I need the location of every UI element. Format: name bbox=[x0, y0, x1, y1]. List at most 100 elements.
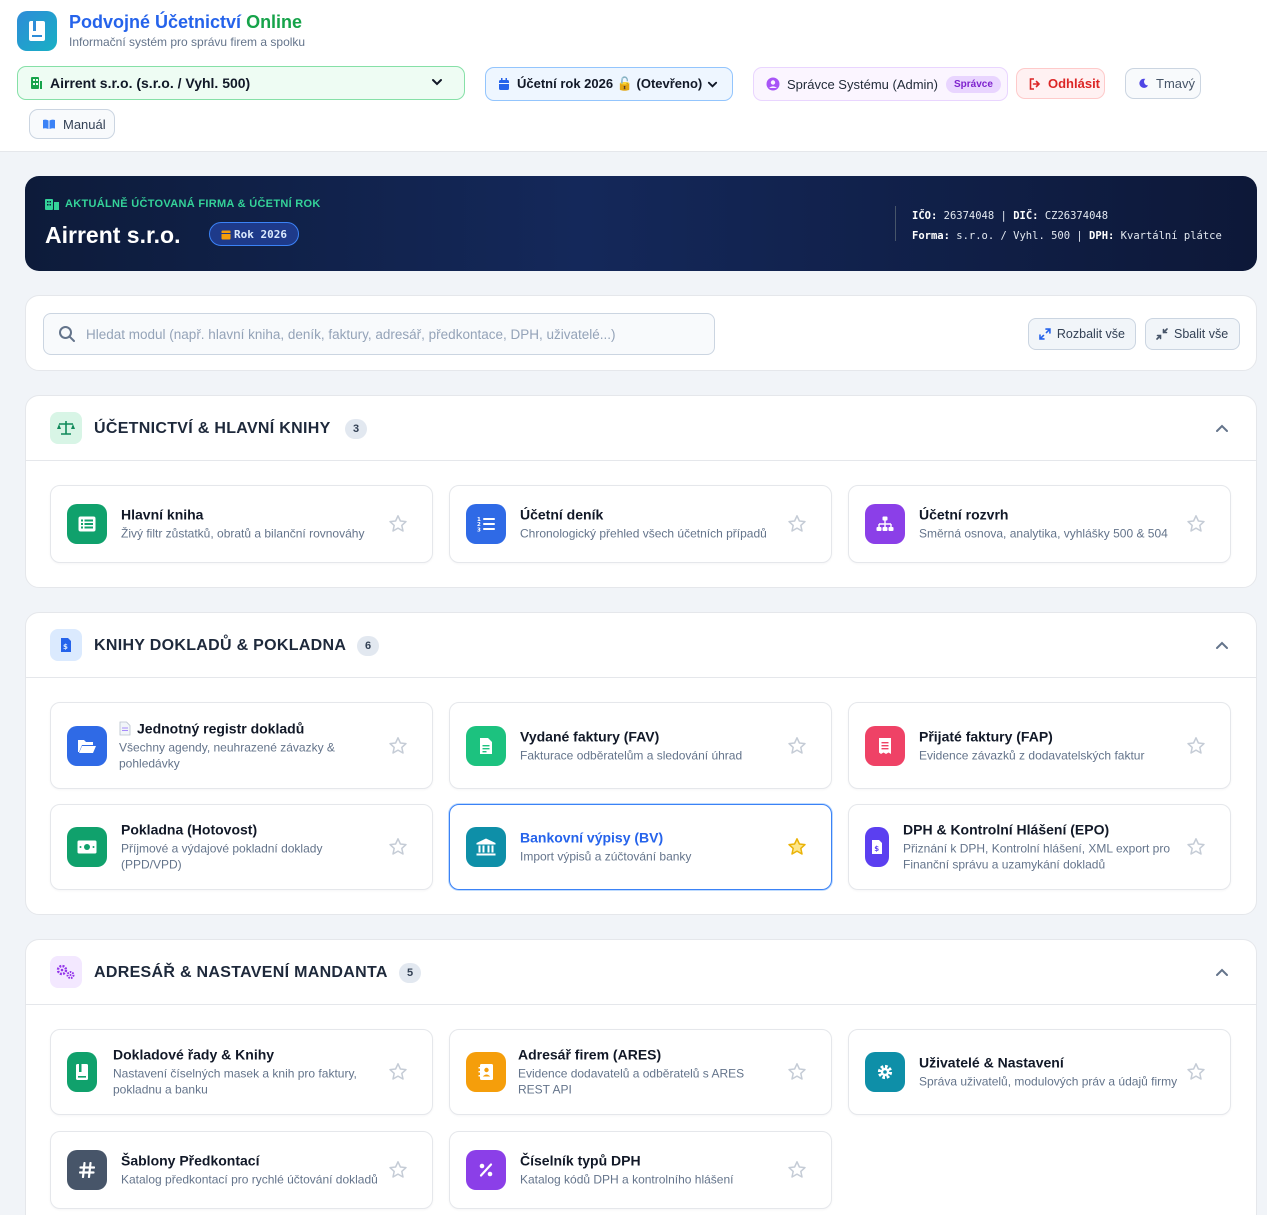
star-icon[interactable] bbox=[1186, 837, 1206, 857]
module-text: Dokladové řady & Knihy Nastavení číselný… bbox=[113, 1047, 383, 1098]
star-icon[interactable] bbox=[388, 736, 408, 756]
book-icon bbox=[29, 21, 45, 41]
star-icon[interactable] bbox=[1186, 736, 1206, 756]
chevron-up-icon[interactable] bbox=[1214, 637, 1230, 653]
section-header[interactable]: ADRESÁŘ & NASTAVENÍ MANDANTA 5 bbox=[26, 940, 1256, 1005]
chevron-down-icon bbox=[708, 81, 718, 88]
section-icon: $ bbox=[50, 629, 82, 661]
collapse-all-button[interactable]: Sbalit vše bbox=[1145, 318, 1240, 350]
star-icon[interactable] bbox=[388, 1160, 408, 1180]
module-description: Fakturace odběratelům a sledování úhrad bbox=[520, 748, 743, 762]
manual-button[interactable]: Manuál bbox=[29, 109, 115, 139]
module-description: Katalog kódů DPH a kontrolního hlášení bbox=[520, 1172, 734, 1187]
module-card-ciselnik-dph[interactable]: Číselník typů DPH Katalog kódů DPH a kon… bbox=[449, 1131, 832, 1209]
app-header: Podvojné Účetnictví Online Informační sy… bbox=[0, 0, 1267, 152]
document-icon bbox=[119, 721, 131, 735]
company-select[interactable]: Airrent s.r.o. (s.r.o. / Vyhl. 500) bbox=[17, 66, 465, 100]
module-text: Pokladna (Hotovost) Příjmové a výdajové … bbox=[121, 822, 383, 873]
star-filled-icon[interactable] bbox=[787, 837, 807, 857]
module-card-adresar-firem[interactable]: Adresář firem (ARES) Evidence dodavatelů… bbox=[449, 1029, 832, 1115]
theme-toggle[interactable]: Tmavý bbox=[1125, 68, 1201, 99]
user-name: Správce Systému (Admin) bbox=[787, 76, 938, 92]
compress-icon bbox=[1156, 328, 1168, 340]
module-title: Uživatelé & Nastavení bbox=[919, 1054, 1064, 1071]
module-icon bbox=[865, 504, 905, 544]
banner-meta-row-1: IČO: 26374048 | DIČ: CZ26374048 bbox=[912, 206, 1222, 226]
module-title: Účetní deník bbox=[520, 506, 604, 523]
receipt-icon bbox=[879, 737, 891, 754]
expand-all-button[interactable]: Rozbalit vše bbox=[1028, 318, 1136, 350]
star-icon[interactable] bbox=[388, 1062, 408, 1082]
module-title: Hlavní kniha bbox=[121, 506, 204, 523]
module-card-uzivatele-nastaveni[interactable]: Uživatelé & Nastavení Správa uživatelů, … bbox=[848, 1029, 1231, 1115]
banner-label-text: AKTUÁLNĚ ÚČTOVANÁ FIRMA & ÚČETNÍ ROK bbox=[65, 198, 321, 210]
module-card-bankovni-vypisy[interactable]: Bankovní výpisy (BV) Import výpisů a zúč… bbox=[449, 804, 832, 890]
module-card-registr-dokladu[interactable]: Jednotný registr dokladů Všechny agendy,… bbox=[50, 702, 433, 789]
theme-label: Tmavý bbox=[1156, 76, 1195, 91]
module-card-ucetni-rozvrh[interactable]: Účetní rozvrh Směrná osnova, analytika, … bbox=[848, 485, 1231, 563]
banner-company-name: Airrent s.r.o. bbox=[45, 222, 181, 248]
chevron-up-icon[interactable] bbox=[1214, 964, 1230, 980]
sign-out-icon bbox=[1029, 77, 1041, 90]
star-icon[interactable] bbox=[1186, 514, 1206, 534]
module-card-hlavni-kniha[interactable]: Hlavní kniha Živý filtr zůstatků, obratů… bbox=[50, 485, 433, 563]
invoice-out-icon bbox=[480, 737, 492, 754]
building-icon bbox=[45, 199, 59, 210]
cogs-icon bbox=[56, 964, 75, 979]
invoice-icon: $ bbox=[61, 638, 71, 652]
module-description: Živý filtr zůstatků, obratů a bilanční r… bbox=[121, 526, 365, 541]
module-description: Katalog předkontací pro rychlé účtování … bbox=[121, 1172, 378, 1187]
expand-all-label: Rozbalit vše bbox=[1056, 327, 1125, 341]
module-description: Všechny agendy, neuhrazené závazky & poh… bbox=[119, 740, 335, 770]
star-icon[interactable] bbox=[388, 514, 408, 534]
year-badge: Rok 2026 bbox=[209, 222, 299, 246]
company-select-value: Airrent s.r.o. (s.r.o. / Vyhl. 500) bbox=[50, 75, 251, 91]
sitemap-icon bbox=[876, 516, 894, 531]
forma-value: s.r.o. / Vyhl. 500 bbox=[956, 230, 1071, 242]
dic-label: DIČ: bbox=[1013, 210, 1039, 222]
module-card-sablony-predkontaci[interactable]: Šablony Předkontací Katalog předkontací … bbox=[50, 1131, 433, 1209]
module-text: Vydané faktury (FAV) Fakturace odběratel… bbox=[520, 728, 782, 763]
module-title: Bankovní výpisy (BV) bbox=[520, 829, 664, 846]
module-title: Adresář firem (ARES) bbox=[518, 1046, 662, 1063]
module-description: Příjmové a výdajové pokladní doklady (PP… bbox=[121, 841, 323, 872]
module-card-pokladna[interactable]: Pokladna (Hotovost) Příjmové a výdajové … bbox=[50, 804, 433, 890]
module-card-dokladove-rady[interactable]: Dokladové řady & Knihy Nastavení číselný… bbox=[50, 1029, 433, 1115]
module-card-prijate-faktury[interactable]: Přijaté faktury (FAP) Evidence závazků z… bbox=[848, 702, 1231, 789]
dic-value: CZ26374048 bbox=[1044, 210, 1109, 222]
section-header[interactable]: ÚČETNICTVÍ & HLAVNÍ KNIHY 3 bbox=[26, 396, 1256, 461]
star-icon[interactable] bbox=[787, 1160, 807, 1180]
section-header[interactable]: $ KNIHY DOKLADŮ & POKLADNA 6 bbox=[26, 613, 1256, 678]
scale-icon bbox=[57, 421, 75, 435]
logout-button[interactable]: Odhlásit bbox=[1016, 68, 1105, 99]
fiscal-year-value: Účetní rok 2026 🔓 (Otevřeno) bbox=[517, 76, 703, 91]
module-card-vydane-faktury[interactable]: Vydané faktury (FAV) Fakturace odběratel… bbox=[449, 702, 832, 789]
star-icon[interactable] bbox=[1186, 1062, 1206, 1082]
module-icon bbox=[466, 725, 506, 766]
gear-icon bbox=[877, 1064, 893, 1080]
section-title: ADRESÁŘ & NASTAVENÍ MANDANTA bbox=[94, 964, 388, 981]
star-icon[interactable] bbox=[787, 736, 807, 756]
chevron-up-icon[interactable] bbox=[1214, 420, 1230, 436]
cash-icon bbox=[77, 840, 97, 854]
star-icon[interactable] bbox=[388, 837, 408, 857]
search-box bbox=[43, 313, 715, 355]
svg-text:$: $ bbox=[63, 643, 68, 651]
module-description: Nastavení číselných masek a knih pro fak… bbox=[113, 1066, 357, 1097]
hashtag-icon bbox=[79, 1162, 95, 1178]
star-icon[interactable] bbox=[787, 514, 807, 534]
star-icon[interactable] bbox=[787, 1062, 807, 1082]
calendar-icon bbox=[221, 230, 231, 239]
module-title: Dokladové řady & Knihy bbox=[113, 1046, 275, 1063]
user-menu[interactable]: Správce Systému (Admin) Správce bbox=[753, 67, 1008, 101]
fiscal-year-select[interactable]: Účetní rok 2026 🔓 (Otevřeno) bbox=[485, 67, 733, 101]
module-card-dph-kontrolni-hlaseni[interactable]: $ DPH & Kontrolní Hlášení (EPO) Přiznání… bbox=[848, 804, 1231, 890]
role-badge: Správce bbox=[946, 75, 1001, 93]
logout-label: Odhlásit bbox=[1048, 76, 1101, 91]
module-text: Šablony Předkontací Katalog předkontací … bbox=[121, 1153, 383, 1188]
section-documents: $ KNIHY DOKLADŮ & POKLADNA 6 Jednotný re… bbox=[25, 612, 1257, 915]
module-card-ucetni-denik[interactable]: 1 2 3 Účetní deník Chronologický přehled… bbox=[449, 485, 832, 563]
search-input[interactable] bbox=[86, 326, 686, 342]
collapse-all-label: Sbalit vše bbox=[1174, 327, 1229, 341]
table-list-icon bbox=[78, 516, 96, 532]
